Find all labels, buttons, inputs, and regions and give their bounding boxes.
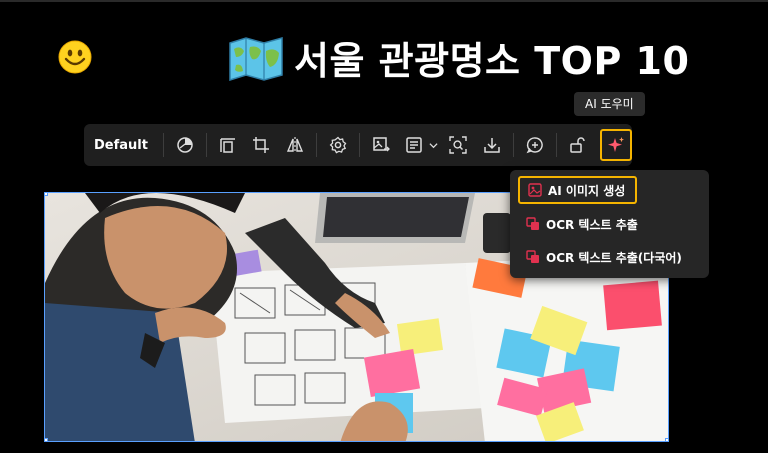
top-border	[0, 0, 768, 2]
ocr-icon	[526, 217, 539, 230]
toolbar-divider	[205, 133, 207, 157]
ai-sparkle-icon	[608, 137, 625, 152]
toolbar-divider	[316, 133, 318, 157]
ocr-extract-item[interactable]: OCR 텍스트 추출	[518, 210, 638, 238]
ai-image-generate-item[interactable]: AI 이미지 생성	[518, 176, 638, 204]
toolbar-divider	[162, 133, 164, 157]
toolbar-divider	[555, 133, 557, 157]
flip-icon[interactable]	[278, 128, 312, 162]
title-text: 서울 관광명소 TOP 10	[294, 39, 690, 83]
image-generate-icon	[528, 183, 542, 197]
ai-assistant-button[interactable]	[600, 129, 633, 161]
resize-handle-bottom-right[interactable]	[665, 438, 668, 441]
align-icon[interactable]	[211, 128, 245, 162]
alt-text-icon[interactable]	[398, 128, 432, 162]
slide-title[interactable]: 서울 관광명소 TOP 10	[228, 30, 689, 85]
settings-icon[interactable]	[321, 128, 355, 162]
world-map-icon	[229, 36, 283, 81]
zoom-icon[interactable]	[441, 128, 475, 162]
ocr-multilang-icon	[526, 250, 539, 263]
ocr-extract-multilang-item[interactable]: OCR 텍스트 추출(다국어)	[518, 243, 682, 271]
resize-handle-top-left[interactable]	[45, 193, 48, 196]
ocr-extract-multilang-label: OCR 텍스트 추출(다국어)	[546, 250, 682, 265]
ai-assistant-menu: AI 이미지 생성 OCR 텍스트 추출 OCR 텍스트 추출(다국어)	[510, 170, 709, 278]
resize-handle-bottom-left[interactable]	[45, 438, 48, 441]
toolbar-divider	[358, 133, 360, 157]
preset-default-button[interactable]: Default	[94, 138, 148, 153]
comment-icon[interactable]	[518, 128, 552, 162]
chevron-down-icon[interactable]	[427, 128, 439, 162]
download-icon[interactable]	[475, 128, 509, 162]
lock-icon[interactable]	[561, 128, 595, 162]
ai-assistant-tooltip: AI 도우미	[574, 92, 645, 116]
crop-icon[interactable]	[245, 128, 279, 162]
ai-image-generate-label: AI 이미지 생성	[548, 183, 626, 198]
toolbar-divider	[512, 133, 514, 157]
style-icon[interactable]	[168, 128, 202, 162]
ocr-extract-label: OCR 텍스트 추출	[546, 217, 638, 232]
image-toolbar: Default	[84, 124, 633, 166]
replace-image-icon[interactable]	[364, 128, 398, 162]
smiley-face-icon	[58, 40, 92, 74]
